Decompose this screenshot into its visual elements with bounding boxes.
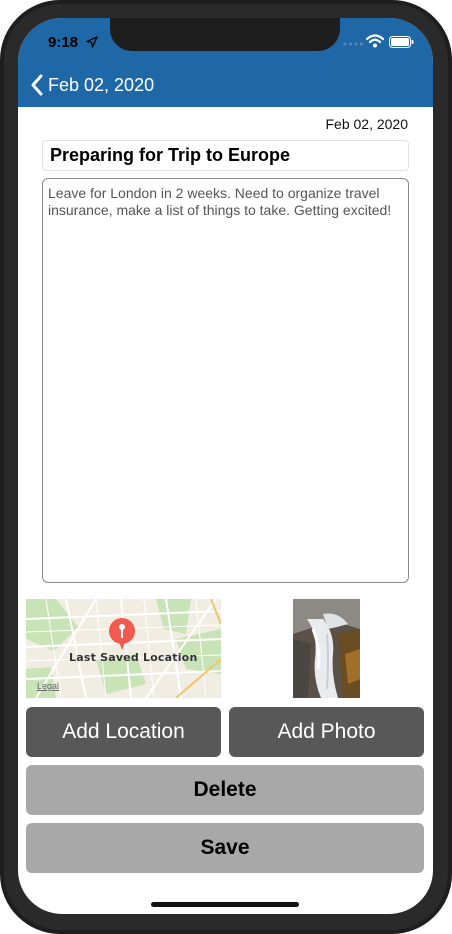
nav-header: 9:18 Feb 02, 2020 [18,18,433,107]
home-indicator[interactable] [151,902,299,907]
wifi-icon [366,34,384,48]
battery-icon [389,36,414,48]
signal-dots-icon [343,42,364,46]
body-textarea[interactable]: Leave for London in 2 weeks. Need to org… [42,178,409,583]
location-arrow-icon [86,36,98,48]
back-label: Feb 02, 2020 [48,74,155,95]
title-input[interactable]: Preparing for Trip to Europe [42,140,409,171]
map-legal-link[interactable]: Legal [37,681,59,691]
notch [110,18,340,51]
entry-date: Feb 02, 2020 [325,116,408,132]
back-button[interactable]: Feb 02, 2020 [30,74,154,96]
delete-button[interactable]: Delete [26,765,424,815]
save-button[interactable]: Save [26,823,424,873]
screen: 9:18 Feb 02, 2020 Feb 02, 2020 Preparing… [18,18,433,914]
add-photo-button[interactable]: Add Photo [229,707,424,757]
phone-frame: 9:18 Feb 02, 2020 Feb 02, 2020 Preparing… [0,0,452,934]
back-chevron-icon [31,74,43,96]
map-label: Last Saved Location [69,651,198,664]
map-thumbnail[interactable]: Last Saved Location Legal [26,599,221,698]
photo-image [293,599,360,698]
status-time: 9:18 [48,34,79,51]
add-location-button[interactable]: Add Location [26,707,221,757]
map-pin-icon [109,618,135,650]
photo-thumbnail[interactable] [293,599,360,698]
